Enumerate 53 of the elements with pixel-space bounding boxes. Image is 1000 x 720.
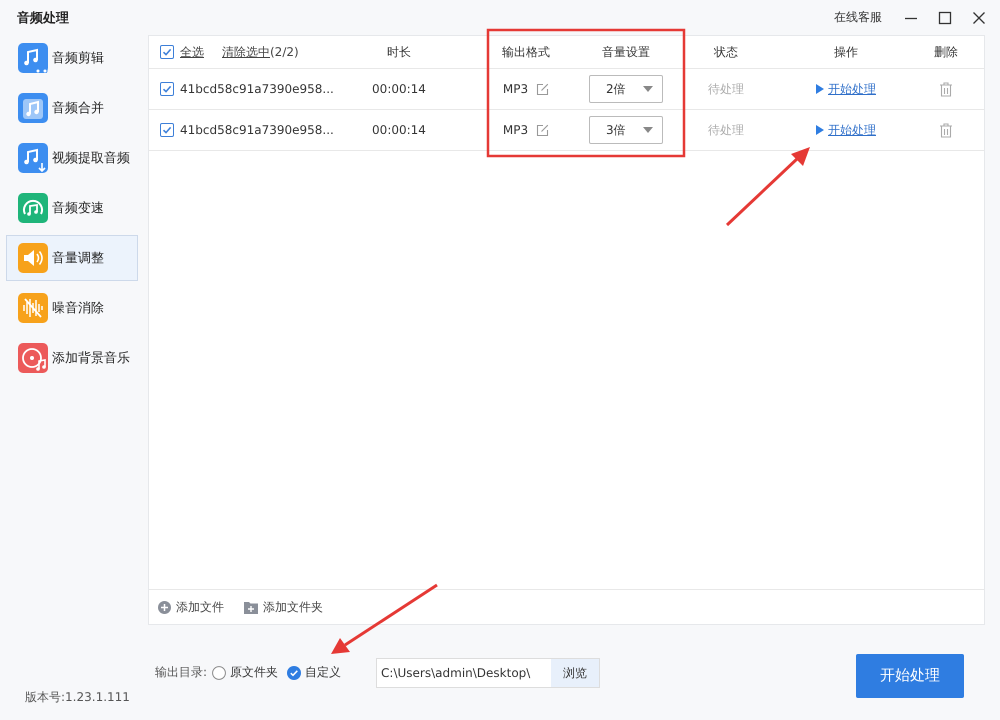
checked-checkbox[interactable] <box>160 82 174 96</box>
column-header: 输出格式 <box>502 44 550 60</box>
window-title: 音频处理 <box>17 10 69 26</box>
duration: 00:00:14 <box>372 123 426 137</box>
file-name: 41bcd58c91a7390e958... <box>180 82 334 96</box>
sidebar-item[interactable]: 音量调整 <box>6 235 138 281</box>
sidebar-item[interactable]: 音频变速 <box>6 185 138 231</box>
status-text: 待处理 <box>708 80 744 98</box>
column-header: 操作 <box>834 44 858 60</box>
clear-selection-link[interactable]: 清除选中(2/2) <box>222 44 299 60</box>
trash-icon[interactable] <box>939 82 953 96</box>
plus-circle-icon <box>158 600 171 614</box>
volume-dropdown[interactable]: 2倍 <box>589 75 663 103</box>
start-process-link[interactable]: 开始处理 <box>816 122 876 138</box>
trash-icon[interactable] <box>939 122 953 138</box>
checked-checkbox[interactable] <box>160 123 174 137</box>
checked-checkbox[interactable] <box>160 45 174 59</box>
maximize-button[interactable] <box>938 10 952 24</box>
column-header: 时长 <box>387 44 411 60</box>
sidebar-item[interactable]: 视频提取音频 <box>6 135 138 181</box>
output-format: MP3 <box>502 82 528 96</box>
output-path-field[interactable]: C:\Users\admin\Desktop\ <box>377 666 552 680</box>
start-button[interactable]: 开始处理 <box>856 654 964 698</box>
output-directory-label: 输出目录: <box>155 664 208 681</box>
browse-button[interactable]: 浏览 <box>551 658 600 686</box>
version-text: 版本号:1.23.1.111 <box>24 689 131 706</box>
file-name: 41bcd58c91a7390e958... <box>180 123 334 137</box>
edit-icon[interactable] <box>536 82 550 96</box>
radio-option[interactable]: 自定义 <box>287 664 342 681</box>
play-icon <box>816 125 824 135</box>
caret-icon <box>643 127 653 133</box>
sidebar-item[interactable]: 音频合并 <box>6 85 138 131</box>
column-header: 状态 <box>714 44 738 60</box>
column-header: 音量设置 <box>602 44 650 60</box>
volume-dropdown[interactable]: 3倍 <box>589 116 663 144</box>
output-format: MP3 <box>502 123 528 137</box>
sidebar-item[interactable]: 音频剪辑 <box>6 35 138 81</box>
caret-icon <box>643 86 653 92</box>
radio-option[interactable]: 原文件夹 <box>212 664 278 681</box>
close-button[interactable] <box>972 10 986 24</box>
column-header: 删除 <box>934 44 958 60</box>
plus-folder-icon <box>244 600 258 614</box>
sidebar-item[interactable]: 噪音消除 <box>6 285 138 331</box>
duration: 00:00:14 <box>372 82 426 96</box>
sidebar-item[interactable]: 添加背景音乐 <box>6 335 138 381</box>
support-link[interactable]: 在线客服 <box>834 9 882 26</box>
select-all-link[interactable]: 全选 <box>180 44 204 60</box>
add-file-button[interactable]: 添加文件 <box>158 598 224 616</box>
play-icon <box>816 84 824 94</box>
start-process-link[interactable]: 开始处理 <box>816 80 876 98</box>
edit-icon[interactable] <box>536 124 550 136</box>
status-text: 待处理 <box>708 122 744 138</box>
add-folder-button[interactable]: 添加文件夹 <box>244 598 323 616</box>
